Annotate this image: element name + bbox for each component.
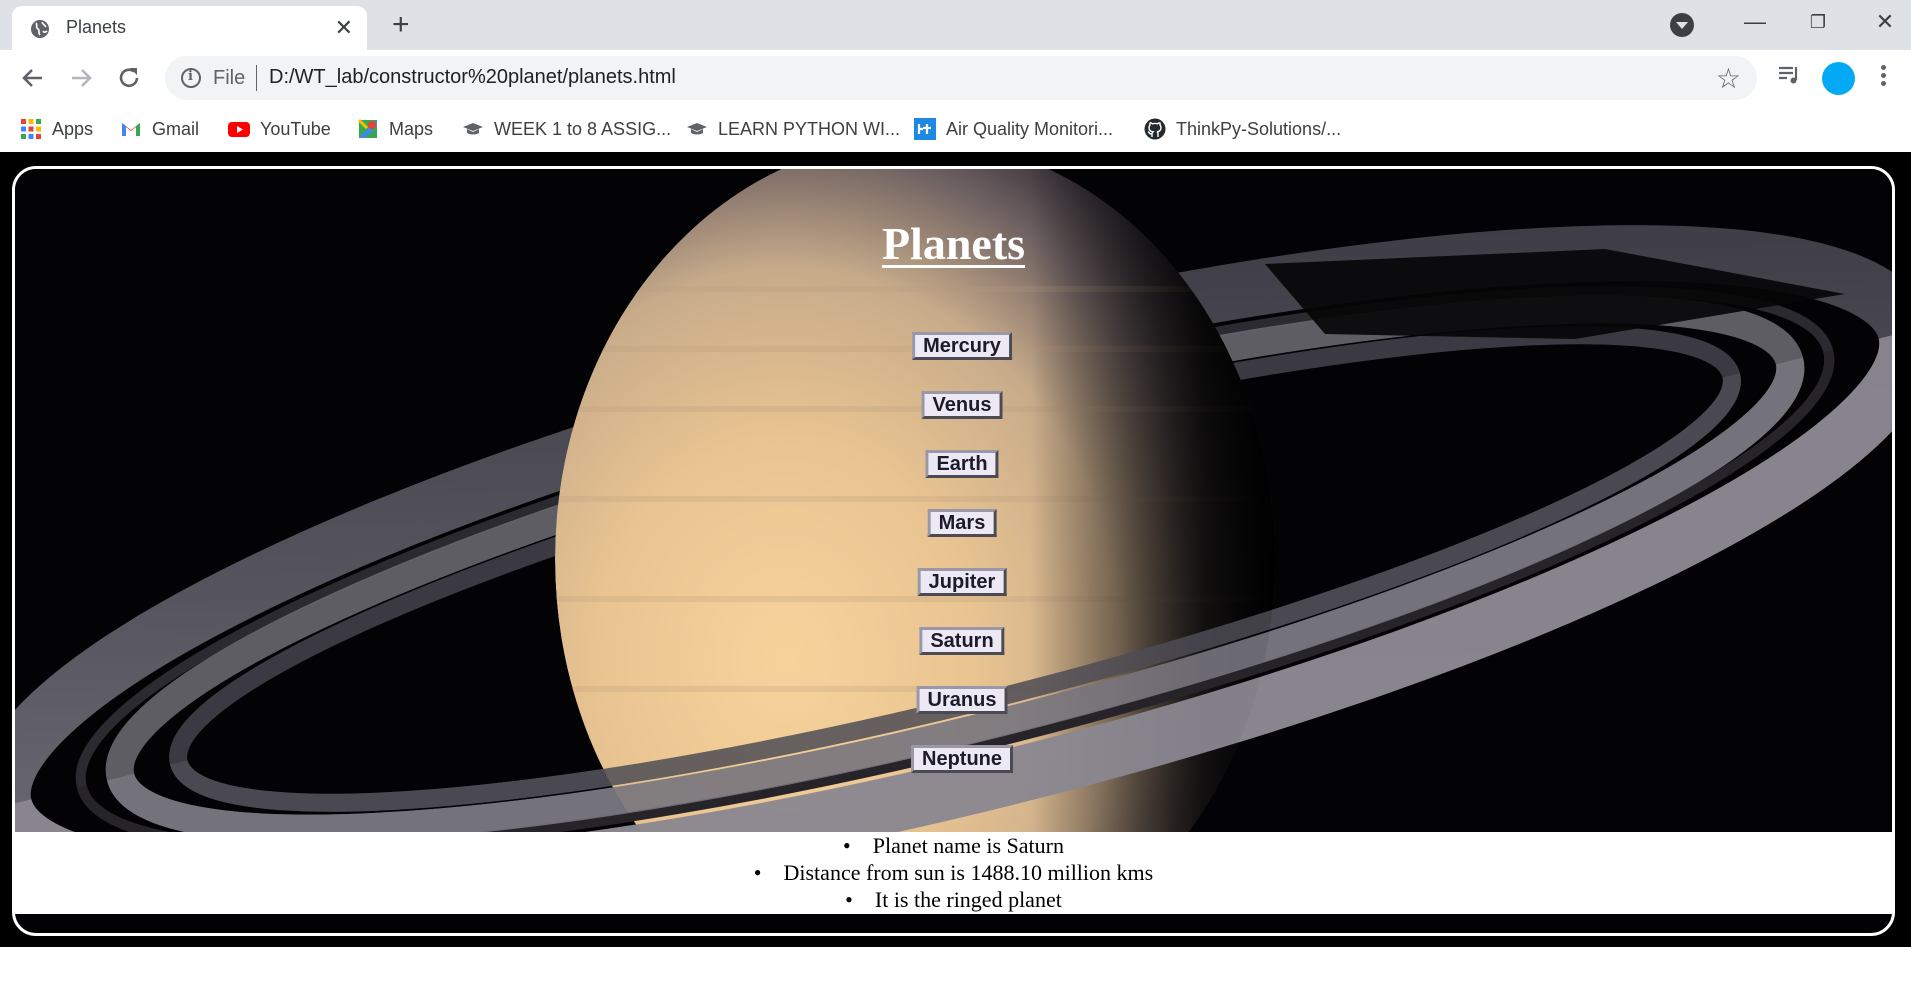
url-text[interactable]: D:/WT_lab/constructor%20planet/planets.h… [269, 66, 676, 89]
bookmark-label: Gmail [152, 118, 200, 139]
minimize-button[interactable]: — [1725, 6, 1785, 38]
bookmark-label: YouTube [260, 118, 331, 139]
tab-strip: Planets ✕ + — ❐ ✕ [0, 0, 1911, 50]
new-tab-button[interactable]: + [392, 10, 410, 40]
back-arrow-icon[interactable] [16, 61, 50, 95]
bookmark-label: ThinkPy-Solutions/... [1176, 118, 1342, 139]
reload-icon[interactable] [112, 61, 146, 95]
bookmark-label: LEARN PYTHON WI... [718, 118, 901, 139]
address-bar[interactable]: File D:/WT_lab/constructor%20planet/plan… [165, 56, 1757, 100]
bookmark-label: Air Quality Monitori... [946, 118, 1114, 139]
planet-info-name: Planet name is Saturn [15, 832, 1892, 859]
page-blank-area [0, 947, 1911, 1005]
close-window-button[interactable]: ✕ [1855, 6, 1911, 38]
page-title: Planets [881, 218, 1026, 269]
tab-title: Planets [66, 17, 127, 37]
air-quality-icon [914, 118, 936, 140]
bookmark-air-quality[interactable]: Air Quality Monitori... [914, 114, 1113, 144]
browser-tab[interactable]: Planets ✕ [12, 6, 367, 50]
gmail-icon [122, 123, 140, 136]
site-info-icon[interactable] [181, 68, 201, 88]
planet-info-list: Planet name is Saturn Distance from sun … [15, 832, 1892, 913]
media-control-icon[interactable] [1777, 63, 1801, 87]
bookmark-gmail[interactable]: Gmail [120, 114, 199, 144]
tab-close-icon[interactable]: ✕ [335, 17, 353, 39]
bookmark-learn-python[interactable]: LEARN PYTHON WI... [686, 114, 900, 144]
jupiter-button[interactable]: Jupiter [917, 568, 1007, 596]
mars-button[interactable]: Mars [927, 509, 997, 537]
url-separator [256, 65, 257, 91]
graduation-cap-icon [687, 123, 707, 135]
github-icon [1144, 118, 1166, 140]
bookmark-label: Apps [52, 118, 94, 139]
planets-container: Planets Mercury Venus Earth Mars Jupiter… [12, 166, 1895, 936]
bookmark-youtube[interactable]: YouTube [228, 114, 331, 144]
planet-info-description: It is the ringed planet [15, 886, 1892, 913]
planet-info-distance: Distance from sun is 1488.10 million kms [15, 859, 1892, 886]
graduation-cap-icon [463, 123, 483, 135]
page-viewport: Planets Mercury Venus Earth Mars Jupiter… [0, 152, 1911, 947]
bookmark-label: Maps [389, 118, 434, 139]
browser-toolbar: File D:/WT_lab/constructor%20planet/plan… [0, 50, 1911, 106]
maps-icon [357, 118, 377, 138]
bookmark-apps[interactable]: Apps [20, 114, 93, 144]
bookmark-maps[interactable]: Maps [357, 114, 433, 144]
youtube-icon [228, 122, 250, 137]
url-scheme-label: File [213, 67, 246, 89]
earth-button[interactable]: Earth [925, 450, 999, 478]
apps-grid-icon [21, 119, 41, 139]
bookmark-label: WEEK 1 to 8 ASSIG... [494, 118, 672, 139]
bookmarks-bar: Apps Gmail YouTube Maps WEEK 1 to 8 ASSI… [0, 106, 1911, 152]
bookmark-week-assignments[interactable]: WEEK 1 to 8 ASSIG... [462, 114, 671, 144]
venus-button[interactable]: Venus [921, 391, 1003, 419]
profile-avatar[interactable] [1822, 62, 1855, 95]
globe-icon [31, 20, 49, 38]
tab-search-dropdown-icon[interactable] [1670, 13, 1694, 37]
planet-info-panel: Planet name is Saturn Distance from sun … [15, 832, 1892, 914]
bookmark-thinkpy[interactable]: ThinkPy-Solutions/... [1144, 114, 1341, 144]
uranus-button[interactable]: Uranus [916, 686, 1008, 714]
bookmark-star-icon[interactable]: ☆ [1716, 62, 1741, 95]
saturn-button[interactable]: Saturn [919, 627, 1005, 655]
mercury-button[interactable]: Mercury [912, 332, 1012, 360]
neptune-button[interactable]: Neptune [911, 745, 1013, 773]
more-menu-icon[interactable] [1878, 62, 1888, 94]
restore-button[interactable]: ❐ [1788, 6, 1848, 38]
forward-arrow-icon[interactable] [64, 61, 98, 95]
